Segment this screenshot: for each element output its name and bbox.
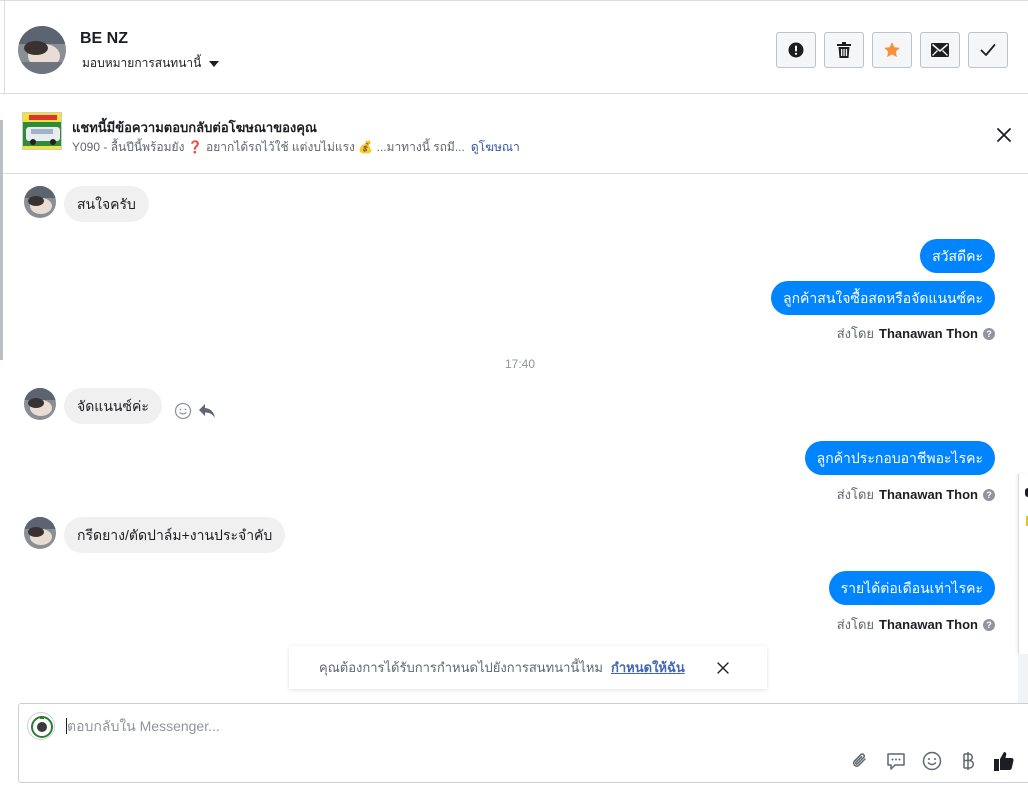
close-icon bbox=[997, 128, 1011, 142]
trash-icon bbox=[837, 42, 851, 58]
contact-name: BE NZ bbox=[80, 30, 128, 47]
payment-button[interactable] bbox=[957, 750, 979, 772]
exclamation-circle-icon bbox=[788, 42, 804, 58]
thumbs-up-icon bbox=[994, 752, 1014, 771]
ad-banner-subtitle: Y090 - ลื้นปีนี้พร้อมยัง ❓ อยากได้รถไว้ใ… bbox=[72, 138, 520, 157]
close-icon bbox=[717, 662, 729, 674]
side-panel-edge[interactable] bbox=[1018, 474, 1028, 654]
divider bbox=[4, 1, 5, 95]
ad-caption: Y090 - ลื้นปีนี้พร้อมยัง ❓ อยากได้รถไว้ใ… bbox=[72, 140, 465, 154]
contact-avatar-small bbox=[24, 186, 56, 218]
message-actions bbox=[174, 402, 216, 420]
react-emoji-icon[interactable] bbox=[174, 402, 192, 420]
view-ad-link[interactable]: ดูโฆษณา bbox=[471, 140, 520, 154]
assign-prompt-text: คุณต้องการได้รับการกำหนดไปยังการสนทนานี้… bbox=[319, 660, 603, 675]
star-button[interactable] bbox=[872, 32, 912, 68]
scrollbar[interactable] bbox=[0, 120, 3, 360]
assign-to-me-link[interactable]: กำหนดให้ฉัน bbox=[611, 657, 685, 678]
check-icon bbox=[980, 44, 996, 56]
mark-done-button[interactable] bbox=[968, 32, 1008, 68]
ad-reply-banner: แชทนี้มีข้อความตอบกลับต่อโฆษณาของคุณ Y09… bbox=[0, 95, 1028, 174]
incoming-message[interactable]: กรีดยาง/ตัดปาล์ม+งานประจำคับ bbox=[64, 517, 286, 553]
incoming-message[interactable]: สนใจครับ bbox=[64, 186, 149, 222]
baht-icon bbox=[963, 752, 974, 770]
sent-by-label: ส่งโดย Thanawan Thon? bbox=[837, 484, 995, 505]
agent-name: Thanawan Thon bbox=[879, 326, 978, 341]
help-icon[interactable]: ? bbox=[983, 618, 995, 631]
outgoing-message[interactable]: ลูกค้าสนใจซื้อสดหรือจัดแนนซ์คะ bbox=[771, 281, 995, 315]
incoming-message[interactable]: จัดแนนซ์ค่ะ bbox=[64, 388, 162, 424]
page-avatar bbox=[27, 712, 55, 740]
outgoing-message[interactable]: รายได้ต่อเดือนเท่าไรคะ bbox=[828, 571, 995, 605]
outgoing-message[interactable]: สวัสดีคะ bbox=[920, 239, 995, 273]
composer-toolbar bbox=[849, 750, 1015, 772]
assign-conversation-dropdown[interactable]: มอบหมายการสนทนานี้ bbox=[82, 54, 220, 73]
conversation-header: BE NZ มอบหมายการสนทนานี้ bbox=[0, 0, 1028, 95]
help-icon[interactable]: ? bbox=[983, 327, 995, 340]
star-icon bbox=[884, 42, 900, 58]
delete-button[interactable] bbox=[824, 32, 864, 68]
outgoing-message[interactable]: ลูกค้าประกอบอาชีพอะไรคะ bbox=[804, 441, 995, 475]
ad-thumbnail[interactable] bbox=[22, 112, 62, 150]
sent-by-prefix: ส่งโดย bbox=[836, 326, 875, 341]
dismiss-toast-button[interactable] bbox=[716, 661, 730, 675]
mark-spam-button[interactable] bbox=[776, 32, 816, 68]
ad-banner-title: แชทนี้มีข้อความตอบกลับต่อโฆษณาของคุณ bbox=[72, 120, 317, 135]
conversation-actions bbox=[776, 32, 1008, 68]
contact-avatar-small bbox=[24, 517, 56, 549]
time-separator: 17:40 bbox=[504, 357, 536, 371]
emoji-icon bbox=[922, 751, 942, 771]
caret-down-icon bbox=[209, 60, 220, 67]
agent-name: Thanawan Thon bbox=[879, 487, 978, 502]
close-banner-button[interactable] bbox=[994, 125, 1014, 145]
contact-avatar[interactable] bbox=[18, 26, 66, 74]
paperclip-icon bbox=[852, 753, 866, 767]
envelope-icon bbox=[931, 43, 949, 57]
sent-by-prefix: ส่งโดย bbox=[836, 617, 875, 632]
sent-by-prefix: ส่งโดย bbox=[836, 487, 875, 502]
assign-label: มอบหมายการสนทนานี้ bbox=[82, 56, 202, 70]
attach-button[interactable] bbox=[849, 750, 871, 772]
help-icon[interactable]: ? bbox=[983, 488, 995, 501]
reply-composer bbox=[18, 703, 1028, 783]
saved-reply-icon bbox=[887, 753, 905, 770]
mark-unread-button[interactable] bbox=[920, 32, 960, 68]
saved-replies-button[interactable] bbox=[885, 750, 907, 772]
sent-by-label: ส่งโดย Thanawan Thon? bbox=[837, 614, 995, 635]
emoji-button[interactable] bbox=[921, 750, 943, 772]
sent-by-label: ส่งโดย Thanawan Thon? bbox=[837, 323, 995, 344]
reply-icon[interactable] bbox=[198, 403, 216, 419]
like-button[interactable] bbox=[993, 750, 1015, 772]
divider bbox=[1018, 654, 1028, 704]
contact-avatar-small bbox=[24, 388, 56, 420]
assign-prompt-toast: คุณต้องการได้รับการกำหนดไปยังการสนทนานี้… bbox=[289, 646, 767, 689]
reply-input[interactable] bbox=[67, 716, 767, 736]
agent-name: Thanawan Thon bbox=[879, 617, 978, 632]
